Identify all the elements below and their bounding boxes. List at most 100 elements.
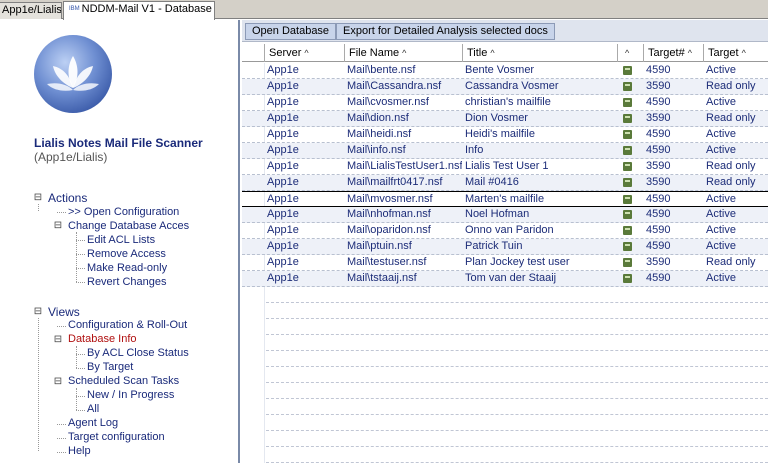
tree-line (76, 282, 85, 283)
cell-target-num: 4590 (646, 96, 671, 108)
cell-target: Active (706, 208, 736, 220)
cell-target-num: 4590 (646, 272, 671, 284)
tree-line (76, 346, 77, 368)
database-icon (617, 271, 643, 286)
tree-line (76, 254, 85, 255)
cell-target: Read only (706, 176, 756, 188)
nav-make-read-only[interactable]: Make Read-only (87, 262, 167, 274)
tree-line (57, 452, 66, 453)
collapse-icon[interactable]: ⊟ (33, 307, 43, 317)
cell-title: Cassandra Vosmer (465, 80, 559, 92)
cell-title: Plan Jockey test user (465, 256, 570, 268)
cell-target: Read only (706, 160, 756, 172)
column-file-name[interactable]: File Name ^ (344, 44, 462, 62)
database-icon (617, 255, 643, 270)
table-row[interactable]: App1e Mail\info.nsf Info 4590 Active (242, 143, 768, 159)
nav-revert-changes[interactable]: Revert Changes (87, 276, 167, 288)
cell-file: Mail\tstaaij.nsf (347, 272, 417, 284)
database-icon (617, 127, 643, 142)
cell-target-num: 3590 (646, 80, 671, 92)
tree-line (76, 368, 85, 369)
nav-scheduled-scan-tasks[interactable]: Scheduled Scan Tasks (68, 375, 179, 387)
cell-target: Active (706, 144, 736, 156)
table-row[interactable]: App1e Mail\Cassandra.nsf Cassandra Vosmer 3… (242, 79, 768, 95)
nav-agent-log[interactable]: Agent Log (68, 417, 118, 429)
app-title: Lialis Notes Mail File Scanner (34, 136, 203, 150)
nav-all[interactable]: All (87, 403, 99, 415)
cell-target: Read only (706, 256, 756, 268)
database-icon (623, 146, 632, 155)
column-target-number[interactable]: Target# ^ (643, 44, 703, 62)
cell-server: App1e (267, 128, 299, 140)
table-row[interactable]: App1e Mail\bente.nsf Bente Vosmer 4590 Activ… (242, 63, 768, 79)
column-title[interactable]: Title ^ (462, 44, 617, 62)
cell-target-num: 4590 (646, 224, 671, 236)
cell-title: Bente Vosmer (465, 64, 535, 76)
section-views[interactable]: Views (48, 305, 80, 319)
tree-line (38, 204, 39, 211)
table-row[interactable]: App1e Mail\ptuin.nsf Patrick Tuin 4590 Activ… (242, 239, 768, 255)
table-row[interactable]: App1e Mail\nhofman.nsf Noel Hofman 4590 Acti… (242, 207, 768, 223)
cell-target: Active (706, 64, 736, 76)
cell-title: Lialis Test User 1 (465, 160, 549, 172)
tab-database-info[interactable]: IBMNDDM-Mail V1 - Database Info ... (63, 1, 215, 20)
cell-file: Mail\Cassandra.nsf (347, 80, 442, 92)
sidebar: Lialis Notes Mail File Scanner (App1e/Li… (0, 20, 240, 463)
collapse-icon[interactable]: ⊟ (53, 377, 63, 387)
nav-by-target[interactable]: By Target (87, 361, 133, 373)
tab-app1e-lialis[interactable]: App1e/Lialis (0, 2, 62, 19)
nav-target-configuration[interactable]: Target configuration (68, 431, 165, 443)
collapse-icon[interactable]: ⊟ (53, 221, 63, 231)
export-button[interactable]: Export for Detailed Analysis selected do… (336, 23, 555, 40)
nav-change-database-access[interactable]: Change Database Acces (68, 220, 189, 232)
cell-target-num: 3590 (646, 160, 671, 172)
table-row[interactable]: App1e Mail\testuser.nsf Plan Jockey test u… (242, 255, 768, 271)
section-actions[interactable]: Actions (48, 191, 87, 205)
table-row[interactable]: App1e Mail\LialisTestUser1.nsf Lialis Test… (242, 159, 768, 175)
column-server[interactable]: Server ^ (264, 44, 344, 62)
database-icon (623, 82, 632, 91)
database-icon (623, 114, 632, 123)
column-icon[interactable]: ^ (617, 44, 643, 62)
cell-title: Heidi's mailfile (465, 128, 535, 140)
nav-new-in-progress[interactable]: New / In Progress (87, 389, 174, 401)
nav-help[interactable]: Help (68, 445, 91, 457)
cell-file: Mail\oparidon.nsf (347, 224, 431, 236)
open-database-button[interactable]: Open Database (245, 23, 337, 40)
table-row[interactable]: App1e Mail\mvosmer.nsf Marten's mailfile 45… (242, 191, 768, 207)
database-icon (617, 223, 643, 238)
cell-target: Active (706, 272, 736, 284)
tree-line (57, 212, 66, 213)
table-row[interactable]: App1e Mail\cvosmer.nsf christian's mailfil… (242, 95, 768, 111)
tree-line (76, 240, 85, 241)
cell-target-num: 3590 (646, 176, 671, 188)
database-icon (617, 95, 643, 110)
cell-target: Active (706, 240, 736, 252)
table-row[interactable]: App1e Mail\oparidon.nsf Onno van Paridon 45… (242, 223, 768, 239)
nav-edit-acl-lists[interactable]: Edit ACL Lists (87, 234, 155, 246)
sort-icon: ^ (687, 48, 692, 58)
nav-by-acl-close-status[interactable]: By ACL Close Status (87, 347, 189, 359)
table-row[interactable]: App1e Mail\tstaaij.nsf Tom van der Staaij 4… (242, 271, 768, 287)
nav-database-info[interactable]: Database Info (68, 333, 137, 345)
empty-row (266, 351, 768, 367)
sort-icon: ^ (741, 48, 746, 58)
table-row[interactable]: App1e Mail\heidi.nsf Heidi's mailfile 4590 A… (242, 127, 768, 143)
document-list: App1e Mail\bente.nsf Bente Vosmer 4590 Activ… (242, 63, 768, 463)
tree-line (38, 318, 39, 451)
collapse-icon[interactable]: ⊟ (53, 335, 63, 345)
cell-title: Dion Vosmer (465, 112, 528, 124)
nav-open-configuration[interactable]: >> Open Configuration (68, 206, 179, 218)
cell-target-num: 4590 (646, 128, 671, 140)
table-row[interactable]: App1e Mail\dion.nsf Dion Vosmer 3590 Read on… (242, 111, 768, 127)
collapse-icon[interactable]: ⊟ (33, 193, 43, 203)
tab-label: NDDM-Mail V1 - Database Info ... (81, 3, 214, 15)
cell-target-num: 4590 (646, 193, 671, 205)
table-row[interactable]: App1e Mail\mailfrt0417.nsf Mail #0416 3590 R… (242, 175, 768, 191)
column-target[interactable]: Target ^ (703, 44, 768, 62)
sort-icon: ^ (625, 48, 630, 58)
nav-remove-access[interactable]: Remove Access (87, 248, 166, 260)
tree-line (76, 396, 85, 397)
nav-configuration-roll-out[interactable]: Configuration & Roll-Out (68, 319, 187, 331)
app-subtitle: (App1e/Lialis) (34, 150, 108, 164)
